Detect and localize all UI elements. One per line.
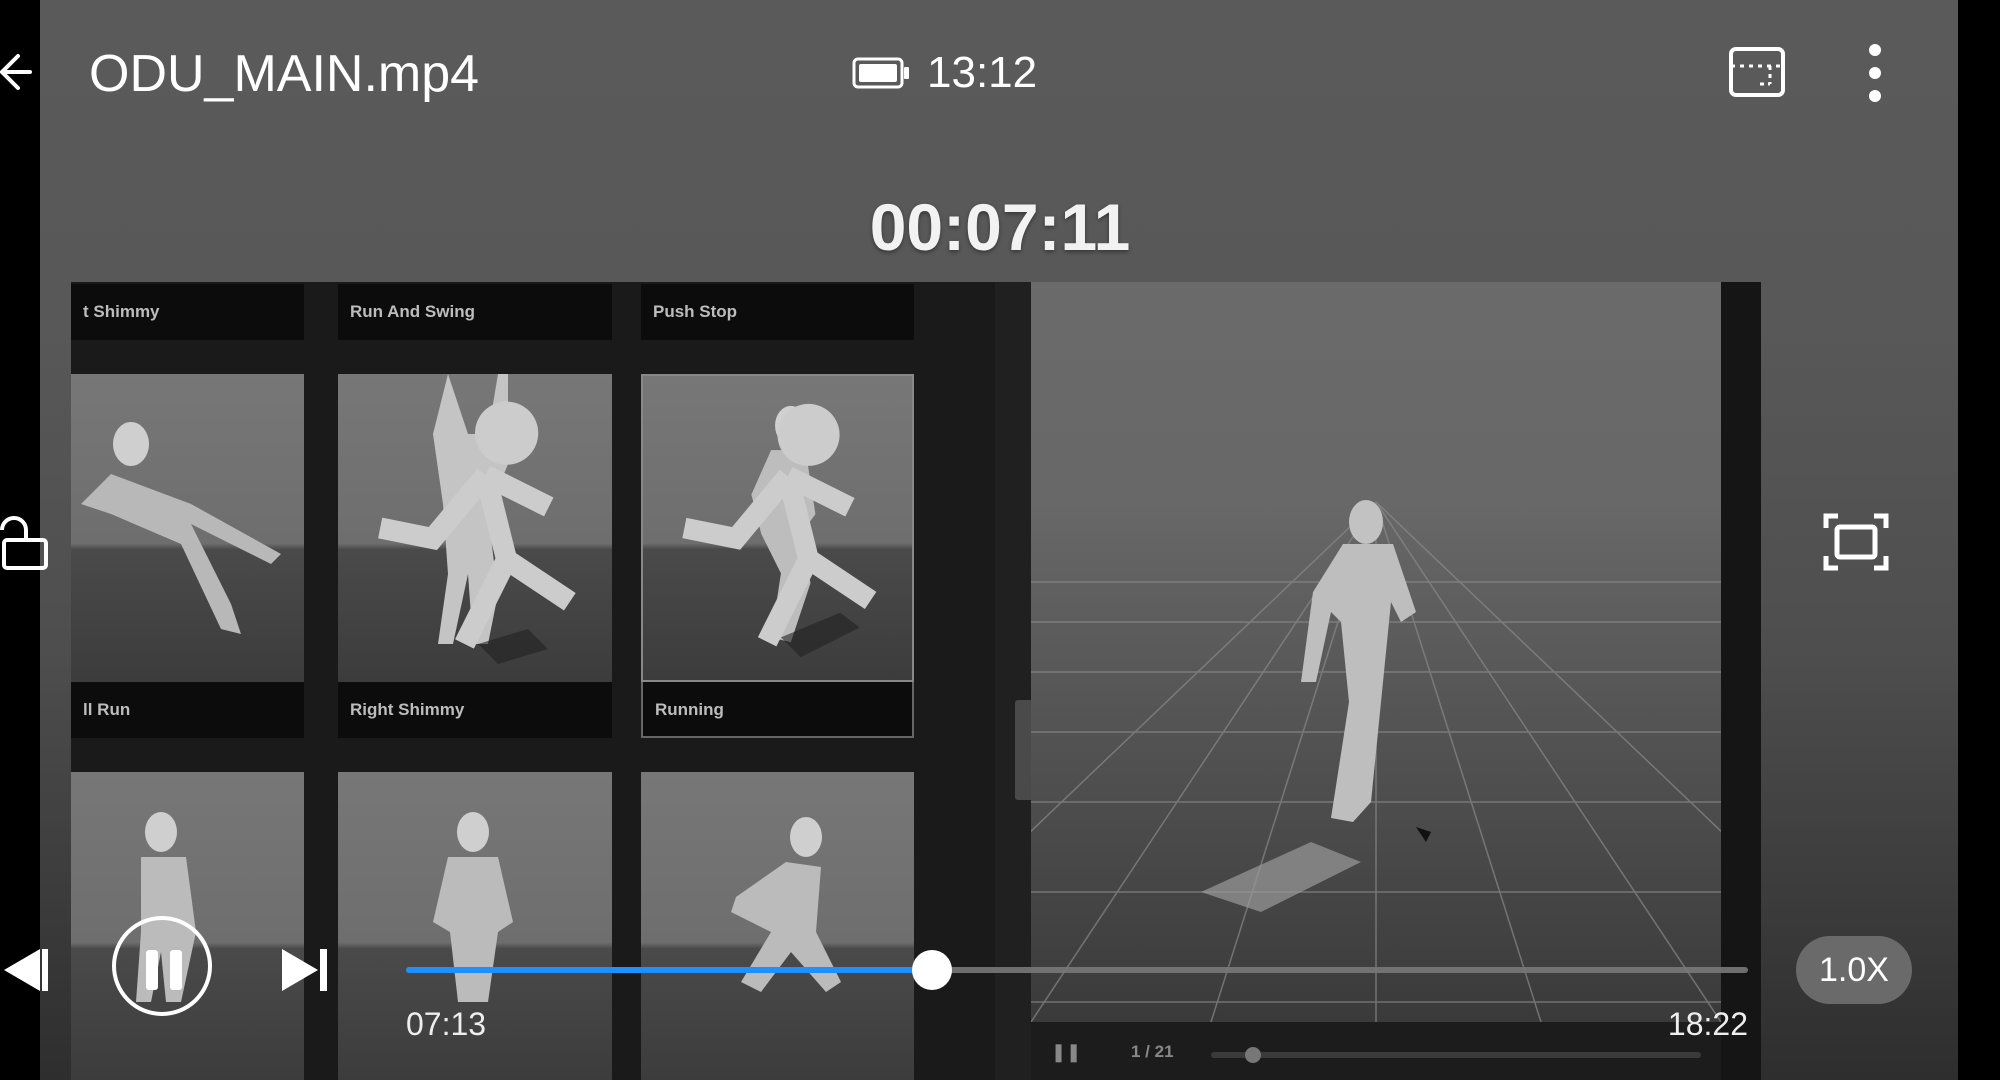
tile-thumbnail-selected [641, 374, 914, 682]
previous-icon[interactable] [0, 945, 48, 995]
more-vert-icon[interactable] [1860, 42, 1890, 104]
clock: 13:12 [927, 48, 1038, 97]
top-bar: ODU_MAIN.mp4 13:12 [0, 0, 2000, 140]
tile-label-6: Running [641, 682, 914, 738]
unlock-icon[interactable] [0, 510, 50, 574]
duration: 18:22 [1667, 1006, 1748, 1042]
battery-icon [852, 57, 909, 89]
tile-label-2: Run And Swing [338, 284, 612, 340]
tile-thumbnail [71, 374, 304, 682]
tile-label-1: t Shimmy [71, 284, 304, 340]
back-arrow-icon[interactable] [0, 44, 34, 100]
tile-label-4: ll Run [71, 682, 304, 738]
seek-thumb[interactable] [912, 950, 953, 990]
speed-button[interactable]: 1.0X [1796, 936, 1912, 1004]
pause-icon [146, 950, 158, 990]
cast-icon[interactable] [1728, 44, 1786, 100]
tile-label-3: Push Stop [641, 284, 914, 340]
next-icon[interactable] [278, 945, 330, 995]
running-icon [378, 401, 576, 649]
seek-time-overlay: 00:07:11 [869, 190, 1131, 264]
tile-thumbnail [338, 374, 612, 682]
playback-controls: 07:13 18:22 1.0X [0, 900, 2000, 1080]
tile-label-5: Right Shimmy [338, 682, 612, 738]
current-time: 07:13 [406, 1006, 487, 1042]
seek-progress [406, 967, 933, 973]
seek-bar[interactable] [406, 950, 1748, 990]
video-title: ODU_MAIN.mp4 [89, 45, 480, 103]
pause-button[interactable] [112, 916, 212, 1016]
running-icon [682, 403, 877, 647]
crop-fit-icon[interactable] [1822, 512, 1890, 572]
